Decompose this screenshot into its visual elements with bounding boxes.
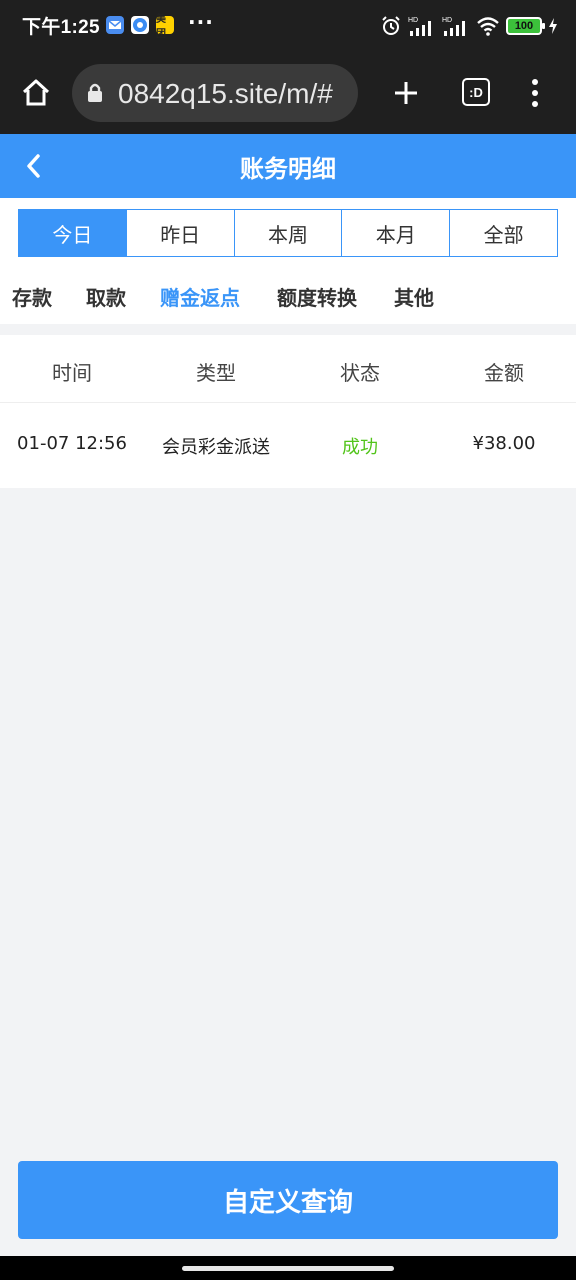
home-icon[interactable] xyxy=(20,77,52,109)
home-gesture-handle[interactable] xyxy=(182,1266,394,1271)
table-row[interactable]: 01-07 12:56 会员彩金派送 成功 ¥38.00 xyxy=(0,404,576,488)
tab-withdraw[interactable]: 取款 xyxy=(86,282,126,311)
row-type: 会员彩金派送 xyxy=(162,437,270,458)
row-time: 01-07 12:56 xyxy=(17,433,127,454)
new-tab-icon[interactable] xyxy=(392,79,420,107)
header-type: 类型 xyxy=(196,361,236,385)
tab-today[interactable]: 今日 xyxy=(19,210,126,256)
category-tabs: 存款 取款 赠金返点 额度转换 其他 xyxy=(0,282,576,318)
lock-icon xyxy=(88,83,102,102)
tab-transfer[interactable]: 额度转换 xyxy=(277,282,357,311)
tab-other[interactable]: 其他 xyxy=(394,282,434,311)
status-bar: 下午1:25 美团 ··· HD HD 100 xyxy=(0,0,576,52)
period-tabs: 今日 昨日 本周 本月 全部 xyxy=(18,209,558,257)
tab-deposit[interactable]: 存款 xyxy=(12,282,52,311)
status-icons: HD HD 100 xyxy=(380,13,558,39)
tab-all[interactable]: 全部 xyxy=(449,210,557,256)
tab-switcher-label: :D xyxy=(469,84,483,100)
mail-app-icon xyxy=(106,16,124,34)
browser-app-icon xyxy=(131,16,149,34)
svg-text:HD: HD xyxy=(442,17,452,24)
tab-switcher-button[interactable]: :D xyxy=(462,78,490,106)
charging-icon xyxy=(549,18,557,34)
table-header: 时间 类型 状态 金额 xyxy=(0,335,576,403)
status-time: 下午1:25 xyxy=(22,17,100,38)
records-table: 时间 类型 状态 金额 01-07 12:56 会员彩金派送 成功 ¥38.00 xyxy=(0,335,576,488)
battery-level: 100 xyxy=(514,20,534,32)
address-bar[interactable]: 0842q15.site/m/# xyxy=(72,64,358,122)
url-text: 0842q15.site/m/# xyxy=(118,78,333,109)
browser-toolbar: 0842q15.site/m/# :D xyxy=(0,52,576,134)
app-header: 账务明细 xyxy=(0,134,576,198)
tab-this-week[interactable]: 本周 xyxy=(233,210,342,256)
alarm-icon xyxy=(382,16,400,35)
more-menu-icon[interactable] xyxy=(524,77,546,109)
svg-text:HD: HD xyxy=(408,17,418,24)
wifi-icon xyxy=(477,17,499,36)
battery-icon: 100 xyxy=(506,17,545,35)
signal-icon: HD xyxy=(408,17,431,36)
header-amount: 金额 xyxy=(484,361,524,385)
system-nav-bar xyxy=(0,1256,576,1280)
meituan-app-icon: 美团 xyxy=(156,14,174,40)
tab-yesterday[interactable]: 昨日 xyxy=(125,210,234,256)
tab-this-month[interactable]: 本月 xyxy=(341,210,450,256)
header-status: 状态 xyxy=(340,361,380,385)
header-time: 时间 xyxy=(52,361,92,385)
more-notifications-icon: ··· xyxy=(188,10,214,34)
row-status: 成功 xyxy=(342,437,378,458)
page-title: 账务明细 xyxy=(240,155,336,183)
custom-query-button[interactable]: 自定义查询 xyxy=(18,1161,558,1239)
signal-icon-2: HD xyxy=(442,17,465,36)
row-amount: ¥38.00 xyxy=(472,433,536,454)
tab-bonus-rebate[interactable]: 赠金返点 xyxy=(160,282,240,311)
